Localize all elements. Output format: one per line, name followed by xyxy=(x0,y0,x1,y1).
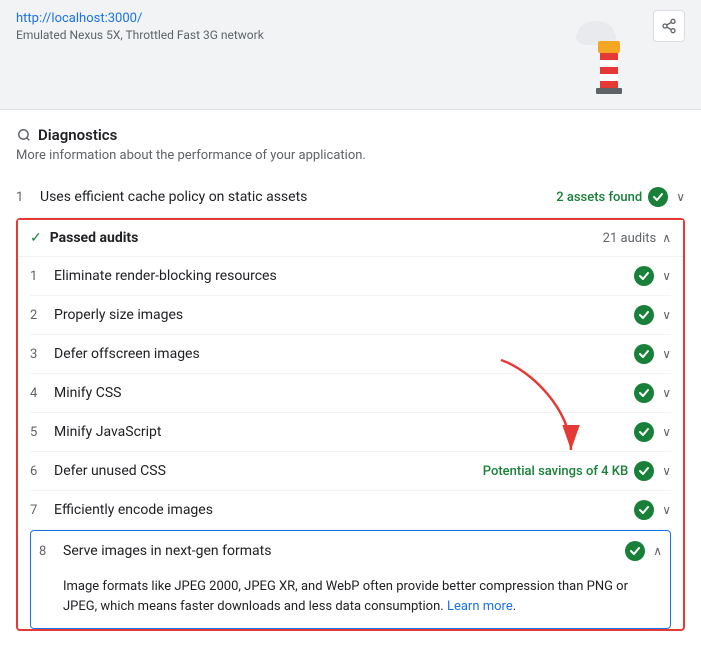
audit-label-8: Serve images in next-gen formats xyxy=(63,543,625,559)
audit-num-4: 4 xyxy=(30,386,54,401)
diagnostics-title: Diagnostics xyxy=(38,126,117,144)
audit-label-7: Efficiently encode images xyxy=(54,502,634,518)
check-svg-5 xyxy=(638,426,650,438)
search-icon xyxy=(17,128,31,142)
check-svg-8 xyxy=(629,545,641,557)
cache-chevron[interactable]: ∨ xyxy=(676,190,685,204)
audit-label-3: Defer offscreen images xyxy=(54,346,634,362)
share-icon xyxy=(661,18,677,34)
audit-num-7: 7 xyxy=(30,503,54,518)
share-button[interactable] xyxy=(653,10,685,42)
audit-num-3: 3 xyxy=(30,347,54,362)
cache-row-label: Uses efficient cache policy on static as… xyxy=(40,189,556,205)
audit-right-1: ∨ xyxy=(634,266,671,286)
audit-item-2: 2 Properly size images ∨ xyxy=(30,296,671,335)
audit-label-5: Minify JavaScript xyxy=(54,424,634,440)
audit-item-5: 5 Minify JavaScript ∨ xyxy=(30,413,671,452)
audit-num-6: 6 xyxy=(30,464,54,479)
audit-right-2: ∨ xyxy=(634,305,671,325)
check-svg-1 xyxy=(638,270,650,282)
cache-row-right: 2 assets found ∨ xyxy=(556,187,685,207)
audit-label-1: Eliminate render-blocking resources xyxy=(54,268,634,284)
check-svg-4 xyxy=(638,387,650,399)
audit-right-3: ∨ xyxy=(634,344,671,364)
audit-check-4 xyxy=(634,383,654,403)
audit-chevron-5[interactable]: ∨ xyxy=(662,425,671,439)
audit-right-8: ∧ xyxy=(625,541,662,561)
header: http://localhost:3000/ Emulated Nexus 5X… xyxy=(0,0,701,110)
audit-right-5: ∨ xyxy=(634,422,671,442)
passed-audits-title: Passed audits xyxy=(50,230,603,246)
audit-check-1 xyxy=(634,266,654,286)
lighthouse-icon xyxy=(576,15,641,105)
cache-row-num: 1 xyxy=(16,190,40,205)
audit-right-6: Potential savings of 4 KB ∨ xyxy=(483,461,671,481)
audit-item-7: 7 Efficiently encode images ∨ xyxy=(30,491,671,530)
period: . xyxy=(513,599,516,614)
audit-label-4: Minify CSS xyxy=(54,385,634,401)
audit-check-8 xyxy=(625,541,645,561)
audit-chevron-1[interactable]: ∨ xyxy=(662,269,671,283)
passed-chevron-icon: ∧ xyxy=(662,231,671,245)
diagnostics-icon xyxy=(16,127,32,143)
audit-check-5 xyxy=(634,422,654,442)
audit-right-4: ∨ xyxy=(634,383,671,403)
audit-8-expanded-text: Image formats like JPEG 2000, JPEG XR, a… xyxy=(31,571,670,628)
audit-check-2 xyxy=(634,305,654,325)
audit-savings-6: Potential savings of 4 KB xyxy=(483,464,628,479)
audit-item-1: 1 Eliminate render-blocking resources ∨ xyxy=(30,257,671,296)
audit-right-7: ∨ xyxy=(634,500,671,520)
audit-label-2: Properly size images xyxy=(54,307,634,323)
audit-chevron-6[interactable]: ∨ xyxy=(662,464,671,478)
audit-check-6 xyxy=(634,461,654,481)
diagnostics-subtitle: More information about the performance o… xyxy=(16,148,685,163)
learn-more-link[interactable]: Learn more xyxy=(447,599,513,614)
passed-audits-list: 1 Eliminate render-blocking resources ∨ … xyxy=(18,256,683,629)
cache-assets-found: 2 assets found xyxy=(556,190,642,205)
audit-check-3 xyxy=(634,344,654,364)
audit-num-8: 8 xyxy=(39,544,63,559)
audit-8-description: Image formats like JPEG 2000, JPEG XR, a… xyxy=(63,579,628,614)
check-svg-7 xyxy=(638,504,650,516)
passed-audits-section: ✓ Passed audits 21 audits ∧ 1 Eliminate … xyxy=(16,218,685,631)
audit-item-4: 4 Minify CSS ∨ xyxy=(30,374,671,413)
audit-num-1: 1 xyxy=(30,269,54,284)
check-svg-6 xyxy=(638,465,650,477)
audit-chevron-2[interactable]: ∨ xyxy=(662,308,671,322)
audit-num-5: 5 xyxy=(30,425,54,440)
lighthouse-logo xyxy=(576,15,641,109)
check-svg-3 xyxy=(638,348,650,360)
audit-num-2: 2 xyxy=(30,308,54,323)
passed-audits-count: 21 audits xyxy=(603,231,657,246)
diagnostics-header: Diagnostics xyxy=(16,126,685,144)
cache-check-icon xyxy=(648,187,668,207)
check-svg-2 xyxy=(638,309,650,321)
audit-item-8: 8 Serve images in next-gen formats ∧ Ima… xyxy=(30,530,671,629)
passed-audits-header[interactable]: ✓ Passed audits 21 audits ∧ xyxy=(18,220,683,256)
audit-item-3: 3 Defer offscreen images ∨ xyxy=(30,335,671,374)
passed-check-mark: ✓ xyxy=(30,230,42,246)
audit-check-7 xyxy=(634,500,654,520)
audit-8-header[interactable]: 8 Serve images in next-gen formats ∧ xyxy=(31,531,670,571)
cache-policy-row: 1 Uses efficient cache policy on static … xyxy=(16,177,685,218)
audit-chevron-8[interactable]: ∧ xyxy=(653,544,662,558)
url-link[interactable]: http://localhost:3000/ xyxy=(16,11,142,26)
audit-label-6: Defer unused CSS xyxy=(54,463,483,479)
main-content: Diagnostics More information about the p… xyxy=(0,110,701,647)
check-svg xyxy=(652,191,664,203)
audit-item-6: 6 Defer unused CSS Potential savings of … xyxy=(30,452,671,491)
audit-chevron-7[interactable]: ∨ xyxy=(662,503,671,517)
audit-chevron-4[interactable]: ∨ xyxy=(662,386,671,400)
audit-chevron-3[interactable]: ∨ xyxy=(662,347,671,361)
